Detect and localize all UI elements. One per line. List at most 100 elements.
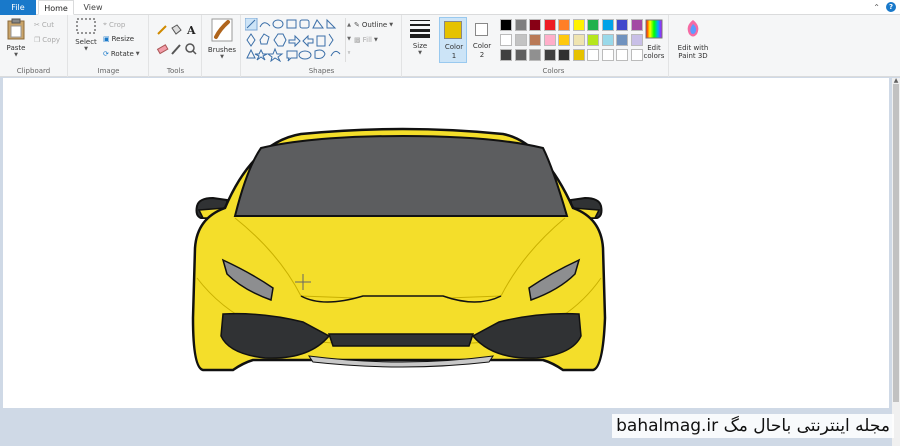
- palette-swatch[interactable]: [630, 49, 643, 61]
- palette-swatch[interactable]: [529, 19, 541, 31]
- group-label-clipboard: Clipboard: [16, 67, 51, 75]
- brush-icon: [211, 18, 233, 42]
- line-size-icon: [410, 20, 430, 38]
- palette-swatch[interactable]: [529, 34, 541, 46]
- fill-bucket-icon[interactable]: [171, 24, 182, 35]
- color1-swatch: [444, 21, 462, 39]
- palette-swatch[interactable]: [630, 34, 643, 46]
- palette-swatch[interactable]: [601, 49, 614, 61]
- color-picker-icon[interactable]: [171, 44, 181, 55]
- tab-home[interactable]: Home: [38, 0, 74, 15]
- palette-swatch[interactable]: [572, 49, 585, 61]
- resize-button[interactable]: ▣ Resize: [103, 35, 134, 43]
- brushes-button[interactable]: Brushes ▼: [206, 18, 238, 60]
- magnifier-icon[interactable]: [185, 43, 197, 55]
- palette-swatch[interactable]: [558, 19, 570, 31]
- rotate-button[interactable]: ⟳ Rotate ▼: [103, 50, 140, 58]
- color2-button[interactable]: Color 2: [469, 17, 495, 63]
- palette-swatch[interactable]: [616, 49, 628, 61]
- palette-swatch[interactable]: [543, 19, 556, 31]
- palette-swatch[interactable]: [601, 34, 614, 46]
- palette-swatch[interactable]: [529, 49, 541, 61]
- scissors-icon: ✂: [34, 21, 40, 29]
- tab-view[interactable]: View: [76, 0, 110, 15]
- group-label-tools: Tools: [166, 67, 185, 75]
- pencil-icon[interactable]: [157, 25, 167, 35]
- palette-swatch[interactable]: [587, 34, 599, 46]
- tab-bar-right: ⌃ ?: [873, 2, 896, 12]
- paste-button[interactable]: Paste ▼: [3, 18, 29, 58]
- rainbow-icon: [645, 19, 663, 39]
- palette-swatch[interactable]: [601, 19, 614, 31]
- palette-swatch[interactable]: [514, 34, 527, 46]
- vertical-scrollbar[interactable]: ▲: [892, 78, 900, 446]
- crop-icon: ⌖: [103, 20, 107, 28]
- paste-icon: [7, 18, 25, 40]
- group-brushes: Brushes ▼: [203, 15, 241, 77]
- crop-button[interactable]: ⌖ Crop: [103, 20, 125, 29]
- group-label-colors: Colors: [542, 67, 565, 75]
- group-image: Select ▼ ⌖ Crop ▣ Resize ⟳ Rotate ▼ Image: [69, 15, 149, 77]
- car-drawing: [191, 127, 607, 372]
- palette-swatch[interactable]: [572, 34, 585, 46]
- fill-button[interactable]: ▩ Fill ▼: [354, 36, 378, 44]
- shapes-gallery[interactable]: [245, 18, 345, 62]
- select-button[interactable]: Select ▼: [74, 18, 98, 52]
- group-paint3d: Edit with Paint 3D: [668, 15, 714, 77]
- palette-swatch[interactable]: [616, 19, 628, 31]
- group-shapes: ▲ ▼ ▿ ✎ Outline ▼ ▩ Fill ▼ Shapes: [242, 15, 402, 77]
- size-button[interactable]: Size ▼: [407, 18, 433, 56]
- scrollbar-thumb[interactable]: [893, 84, 899, 402]
- group-colors: Colors: [496, 15, 643, 77]
- palette-swatch[interactable]: [500, 49, 512, 61]
- group-label-shapes: Shapes: [308, 67, 335, 75]
- resize-icon: ▣: [103, 35, 110, 43]
- ribbon: Paste ▼ ✂ Cut ❐ Copy Clipboard Select ▼ ⌖ C…: [0, 15, 900, 77]
- palette-swatch[interactable]: [514, 49, 527, 61]
- outline-button[interactable]: ✎ Outline ▼: [354, 21, 393, 29]
- paint3d-button[interactable]: Edit with Paint 3D: [673, 18, 713, 60]
- palette-swatch[interactable]: [514, 19, 527, 31]
- palette-swatch[interactable]: [587, 49, 599, 61]
- group-tools: A Tools: [150, 15, 202, 77]
- tools-grid: A: [156, 24, 197, 55]
- watermark-text: bahalmag.ir مجله اینترنتی باحال مگ: [612, 414, 894, 438]
- rotate-icon: ⟳: [103, 50, 109, 58]
- group-clipboard: Paste ▼ ✂ Cut ❐ Copy Clipboard: [0, 15, 68, 77]
- eraser-icon[interactable]: [156, 44, 169, 55]
- palette-swatch[interactable]: [558, 49, 570, 61]
- fill-icon: ▩: [354, 36, 361, 44]
- color2-swatch: [475, 23, 488, 36]
- palette-swatch[interactable]: [543, 49, 556, 61]
- drawing-canvas[interactable]: [3, 78, 889, 408]
- canvas-workspace: [0, 78, 892, 446]
- text-icon[interactable]: A: [186, 24, 196, 37]
- palette-swatch[interactable]: [587, 19, 599, 31]
- group-size: Size ▼: [403, 15, 437, 77]
- color2-label: Color 2: [472, 42, 492, 59]
- tab-file[interactable]: File: [0, 0, 36, 15]
- paint3d-icon: [687, 20, 699, 37]
- palette-swatch[interactable]: [572, 19, 585, 31]
- palette-swatch[interactable]: [500, 19, 512, 31]
- outline-icon: ✎: [354, 21, 360, 29]
- color1-button[interactable]: Color 1: [439, 17, 467, 63]
- palette-swatch[interactable]: [543, 34, 556, 46]
- help-icon[interactable]: ?: [886, 2, 896, 12]
- ribbon-tab-bar: File Home View ⌃ ?: [0, 0, 900, 15]
- edit-colors-button[interactable]: Edit colors: [642, 18, 666, 60]
- palette-swatch[interactable]: [630, 19, 643, 31]
- color1-label: Color 1: [444, 43, 464, 60]
- svg-text:A: A: [186, 24, 196, 37]
- paint-window: File Home View ⌃ ? Paste ▼ ✂ Cut ❐ Copy …: [0, 0, 900, 446]
- group-label-image: Image: [97, 67, 120, 75]
- palette-swatch[interactable]: [500, 34, 512, 46]
- palette-swatch[interactable]: [558, 34, 570, 46]
- copy-button[interactable]: ❐ Copy: [34, 36, 60, 44]
- palette-swatch[interactable]: [616, 34, 628, 46]
- shapes-scroll[interactable]: ▲ ▼ ▿: [345, 18, 352, 62]
- collapse-ribbon-icon[interactable]: ⌃: [873, 3, 880, 12]
- copy-icon: ❐: [34, 36, 41, 44]
- select-icon: [76, 18, 96, 34]
- cut-button[interactable]: ✂ Cut: [34, 21, 54, 29]
